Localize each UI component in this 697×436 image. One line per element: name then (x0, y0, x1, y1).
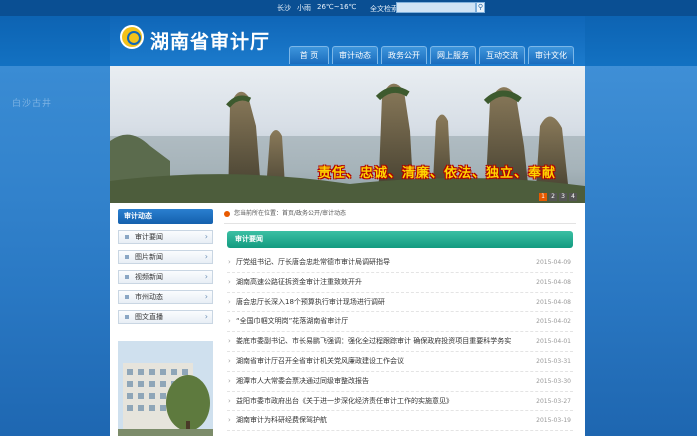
sidebar-item-video-news[interactable]: 视频新闻 › (118, 270, 213, 284)
search-button[interactable]: ⚲ (476, 2, 485, 13)
slide-dot[interactable]: 1 (539, 193, 547, 201)
sidebar-item-label: 图片新闻 (135, 253, 163, 261)
news-title[interactable]: 湘潭市人大常委会票决通过同级审整改报告 (236, 372, 369, 391)
site-logo-icon[interactable] (120, 25, 144, 49)
search-label: 全文检索 (370, 5, 398, 13)
weather-widget: 长沙 小雨 26℃~16℃ (277, 3, 356, 13)
banner: 责任、忠诚、清廉、依法、独立、奉献 1 2 3 4 (110, 66, 585, 203)
slide-dot[interactable]: 3 (559, 193, 567, 201)
list-item[interactable]: 娄底市委副书记、市长易鹏飞强调：强化全过程跟踪审计 确保政府投资项目重要科学务实… (227, 332, 573, 352)
chevron-right-icon: › (204, 312, 208, 321)
nav-home[interactable]: 首 页 (289, 46, 329, 64)
main-nav: 首 页 审计动态 政务公开 网上服务 互动交流 审计文化 (289, 46, 574, 64)
slide-dot[interactable]: 4 (569, 193, 577, 201)
list-item[interactable]: “全国巾帼文明岗”花落湖南省审计厅 2015-04-02 (227, 312, 573, 333)
decor-text: 白沙古井 (12, 99, 53, 109)
sidebar-item-label: 视频新闻 (135, 273, 163, 281)
list-item[interactable]: 湖南审计为科研经费保驾护航 2015-03-19 (227, 411, 573, 432)
breadcrumb-text[interactable]: 您当前所在位置：首页/政务公开/审计动态 (234, 210, 346, 217)
location-icon (224, 210, 230, 217)
news-date: 2015-04-08 (536, 298, 571, 306)
list-item[interactable]: 厅党组书记、厅长唐会忠赴常德市审计局调研指导 2015-04-09 (227, 253, 573, 273)
right-decoration (585, 66, 697, 436)
news-title[interactable]: 湖南高速公路征拆资金审计注重致效开升 (236, 273, 362, 292)
news-date: 2015-03-30 (536, 377, 571, 385)
weather-label: 小雨 (297, 4, 311, 12)
list-item[interactable]: 唐会忠厅长深入18个预算执行审计现场进行调研 2015-04-08 (227, 293, 573, 313)
sidebar-item-photo-news[interactable]: 图片新闻 › (118, 250, 213, 264)
sidebar-item-audit-news[interactable]: 审计要闻 › (118, 230, 213, 244)
slide-dot[interactable]: 2 (549, 193, 557, 201)
nav-audit-culture[interactable]: 审计文化 (528, 46, 574, 64)
list-item[interactable]: 湖南省审计厅召开全省审计机关党风廉政建设工作会议 2015-03-31 (227, 352, 573, 372)
news-title[interactable]: 娄底市委副书记、市长易鹏飞强调：强化全过程跟踪审计 确保政府投资项目重要科学务实 (236, 332, 511, 351)
chevron-right-icon: › (204, 272, 208, 281)
news-title[interactable]: 益阳市委市政府出台《关于进一步深化经济责任审计工作的实施意见》 (236, 392, 453, 411)
building-image (118, 341, 213, 436)
news-list: 厅党组书记、厅长唐会忠赴常德市审计局调研指导 2015-04-09 湖南高速公路征… (227, 253, 573, 432)
news-section-heading: 审计要闻 (227, 231, 573, 248)
sidebar-item-label: 市州动态 (135, 293, 163, 301)
news-title[interactable]: 唐会忠厅长深入18个预算执行审计现场进行调研 (236, 293, 385, 312)
news-date: 2015-03-27 (536, 397, 571, 405)
nav-audit-news[interactable]: 审计动态 (332, 46, 378, 64)
chevron-right-icon: › (204, 232, 208, 241)
sidebar-item-city-news[interactable]: 市州动态 › (118, 290, 213, 304)
list-item[interactable]: 湘潭市人大常委会票决通过同级审整改报告 2015-03-30 (227, 372, 573, 392)
nav-gov-affairs[interactable]: 政务公开 (381, 46, 427, 64)
news-date: 2015-03-31 (536, 357, 571, 365)
news-date: 2015-04-09 (536, 259, 571, 266)
list-item[interactable]: 益阳市委市政府出台《关于进一步深化经济责任审计工作的实施意见》 2015-03-2… (227, 392, 573, 412)
main-content: 审计动态 审计要闻 › 图片新闻 › 视频新闻 › 市州动态 › 图文直播 › 您当前所在… (110, 203, 585, 436)
sidebar-item-label: 图文直播 (135, 313, 163, 321)
left-sidebar: 审计动态 审计要闻 › 图片新闻 › 视频新闻 › 市州动态 › 图文直播 › (118, 209, 213, 324)
divider (224, 223, 576, 224)
breadcrumb: 您当前所在位置：首页/政务公开/审计动态 (224, 208, 346, 220)
news-date: 2015-03-19 (536, 417, 571, 425)
news-date: 2015-04-01 (536, 338, 571, 346)
search-input[interactable] (396, 2, 476, 13)
mountain-landscape-image (110, 83, 585, 203)
sidebar-item-live[interactable]: 图文直播 › (118, 310, 213, 324)
chevron-right-icon: › (204, 252, 208, 261)
city-label: 长沙 (277, 4, 291, 12)
temperature-label: 26℃~16℃ (317, 3, 357, 11)
building-photo (118, 341, 213, 436)
left-decoration: 白沙古井 (0, 66, 110, 436)
slide-indicators: 1 2 3 4 (539, 193, 577, 201)
banner-motto: 责任、忠诚、清廉、依法、独立、奉献 (318, 166, 557, 181)
nav-online-service[interactable]: 网上服务 (430, 46, 476, 64)
news-title[interactable]: 厅党组书记、厅长唐会忠赴常德市审计局调研指导 (236, 253, 390, 272)
list-item[interactable]: 湖南高速公路征拆资金审计注重致效开升 2015-04-08 (227, 273, 573, 293)
site-title[interactable]: 湖南省审计厅 (150, 27, 270, 54)
news-date: 2015-04-02 (536, 318, 571, 326)
sidebar-item-label: 审计要闻 (135, 233, 163, 241)
news-title[interactable]: 湖南审计为科研经费保驾护航 (236, 411, 327, 430)
chevron-right-icon: › (204, 292, 208, 301)
news-title[interactable]: “全国巾帼文明岗”花落湖南省审计厅 (236, 312, 348, 331)
search-icon: ⚲ (477, 3, 484, 11)
nav-interaction[interactable]: 互动交流 (479, 46, 525, 64)
news-date: 2015-04-08 (536, 278, 571, 286)
sidebar-heading: 审计动态 (118, 209, 213, 224)
top-bar: 长沙 小雨 26℃~16℃ 全文检索 ⚲ (0, 0, 697, 16)
news-title[interactable]: 湖南省审计厅召开全省审计机关党风廉政建设工作会议 (236, 352, 404, 371)
